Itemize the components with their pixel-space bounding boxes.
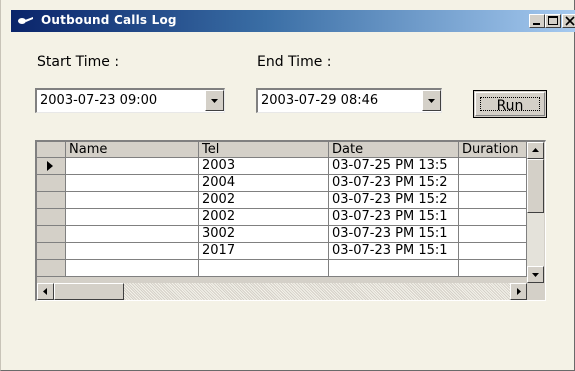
end-time-dropdown-button[interactable] xyxy=(422,90,441,111)
cell-tel[interactable]: 2017 xyxy=(199,243,329,260)
row-selector[interactable] xyxy=(37,192,66,209)
arrow-left-icon xyxy=(43,288,47,295)
cell-duration[interactable] xyxy=(459,192,527,209)
end-time-value: 2003-07-29 08:46 xyxy=(261,93,379,108)
close-icon xyxy=(565,16,575,26)
scroll-left-button[interactable] xyxy=(37,283,54,300)
minimize-icon xyxy=(533,23,540,25)
row-selector[interactable] xyxy=(37,226,66,243)
cell-duration[interactable] xyxy=(459,175,527,192)
cell-date[interactable]: 03-07-23 PM 15:1 xyxy=(329,209,459,226)
run-button-label: Run xyxy=(480,97,540,114)
cell-name[interactable] xyxy=(66,243,199,260)
cell-duration[interactable] xyxy=(459,243,527,260)
horizontal-scroll-thumb[interactable] xyxy=(54,283,124,300)
arrow-up-icon xyxy=(532,148,539,152)
maximize-icon xyxy=(548,16,558,25)
cell-name[interactable] xyxy=(66,158,199,175)
vertical-scrollbar[interactable] xyxy=(527,142,544,283)
row-selector[interactable] xyxy=(37,209,66,226)
cell-name[interactable] xyxy=(66,226,199,243)
outbound-calls-window: Outbound Calls Log Start Time : End Time… xyxy=(0,0,575,371)
row-selector[interactable] xyxy=(37,243,66,260)
cell-tel[interactable]: 2003 xyxy=(199,158,329,175)
start-time-value: 2003-07-23 09:00 xyxy=(40,93,158,108)
row-selector[interactable] xyxy=(37,158,66,175)
start-time-combo[interactable]: 2003-07-23 09:00 xyxy=(35,88,225,113)
start-time-label: Start Time : xyxy=(37,54,120,70)
cell-date[interactable]: 03-07-25 PM 13:5 xyxy=(329,158,459,175)
horizontal-scrollbar[interactable] xyxy=(37,283,527,300)
end-time-label: End Time : xyxy=(257,54,332,70)
scrollbar-corner xyxy=(527,283,544,300)
triangle-right-icon xyxy=(47,161,53,171)
scroll-right-button[interactable] xyxy=(510,283,527,300)
cell-duration[interactable] xyxy=(459,226,527,243)
column-header-tel[interactable]: Tel xyxy=(199,142,329,158)
row-selector[interactable] xyxy=(37,260,66,277)
cell-date[interactable]: 03-07-23 PM 15:1 xyxy=(329,226,459,243)
cell-duration[interactable] xyxy=(459,158,527,175)
cell-name[interactable] xyxy=(66,192,199,209)
cell-duration[interactable] xyxy=(459,260,527,277)
arrow-right-icon xyxy=(517,288,521,295)
end-time-combo[interactable]: 2003-07-29 08:46 xyxy=(256,88,442,113)
row-selector[interactable] xyxy=(37,175,66,192)
window-title: Outbound Calls Log xyxy=(41,13,177,27)
cell-tel[interactable]: 2004 xyxy=(199,175,329,192)
chevron-down-icon xyxy=(428,99,435,103)
cell-date[interactable] xyxy=(329,260,459,277)
cell-duration[interactable] xyxy=(459,209,527,226)
scroll-up-button[interactable] xyxy=(527,142,544,159)
cell-tel[interactable]: 3002 xyxy=(199,226,329,243)
start-time-dropdown-button[interactable] xyxy=(205,90,224,111)
maximize-button[interactable] xyxy=(545,14,561,28)
cell-date[interactable]: 03-07-23 PM 15:2 xyxy=(329,192,459,209)
arrow-down-icon xyxy=(532,273,539,277)
cell-date[interactable]: 03-07-23 PM 15:1 xyxy=(329,243,459,260)
vertical-scroll-thumb[interactable] xyxy=(527,159,544,213)
cell-name[interactable] xyxy=(66,260,199,277)
cell-name[interactable] xyxy=(66,209,199,226)
app-icon xyxy=(18,17,33,24)
column-header-name[interactable]: Name xyxy=(66,142,199,158)
minimize-button[interactable] xyxy=(529,14,545,28)
grid-corner xyxy=(37,142,66,158)
close-button[interactable] xyxy=(562,14,575,28)
column-header-date[interactable]: Date xyxy=(329,142,459,158)
title-bar[interactable]: Outbound Calls Log xyxy=(11,10,575,32)
cell-tel[interactable] xyxy=(199,260,329,277)
cell-name[interactable] xyxy=(66,175,199,192)
cell-tel[interactable]: 2002 xyxy=(199,192,329,209)
calls-grid[interactable]: Name Tel Date Duration 2003 03-07-25 PM … xyxy=(35,140,546,301)
run-button[interactable]: Run xyxy=(473,90,547,118)
scroll-down-button[interactable] xyxy=(527,266,544,283)
chevron-down-icon xyxy=(211,99,218,103)
cell-tel[interactable]: 2002 xyxy=(199,209,329,226)
cell-date[interactable]: 03-07-23 PM 15:2 xyxy=(329,175,459,192)
column-header-duration[interactable]: Duration xyxy=(459,142,527,158)
